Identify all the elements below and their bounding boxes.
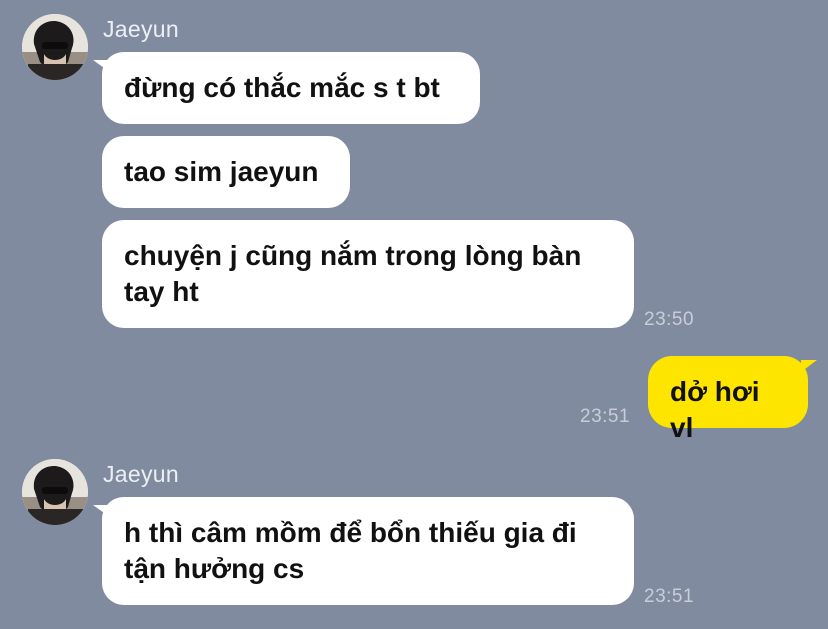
my-message-bubble[interactable]: dở hơi vl <box>648 356 817 443</box>
sender-name: Jaeyun <box>103 461 179 487</box>
message-timestamp: 23:51 <box>580 406 631 427</box>
sender-name: Jaeyun <box>103 16 179 42</box>
avatar-jaeyun[interactable] <box>22 459 88 525</box>
message-bubble[interactable]: tao sim jaeyun <box>102 136 350 208</box>
message-bubble[interactable]: chuyện j cũng nắm trong lòng bàn tay ht <box>102 220 634 328</box>
avatar-photo-icon <box>22 459 88 525</box>
message-bubble[interactable]: h thì câm mồm để bổn thiếu gia đi tận hư… <box>93 497 634 605</box>
avatar-photo-icon <box>22 14 88 80</box>
message-bubble[interactable]: đừng có thắc mắc s t bt <box>93 52 480 124</box>
message-timestamp: 23:51 <box>644 586 695 607</box>
avatar-jaeyun[interactable] <box>22 14 88 80</box>
message-timestamp: 23:50 <box>644 309 695 330</box>
